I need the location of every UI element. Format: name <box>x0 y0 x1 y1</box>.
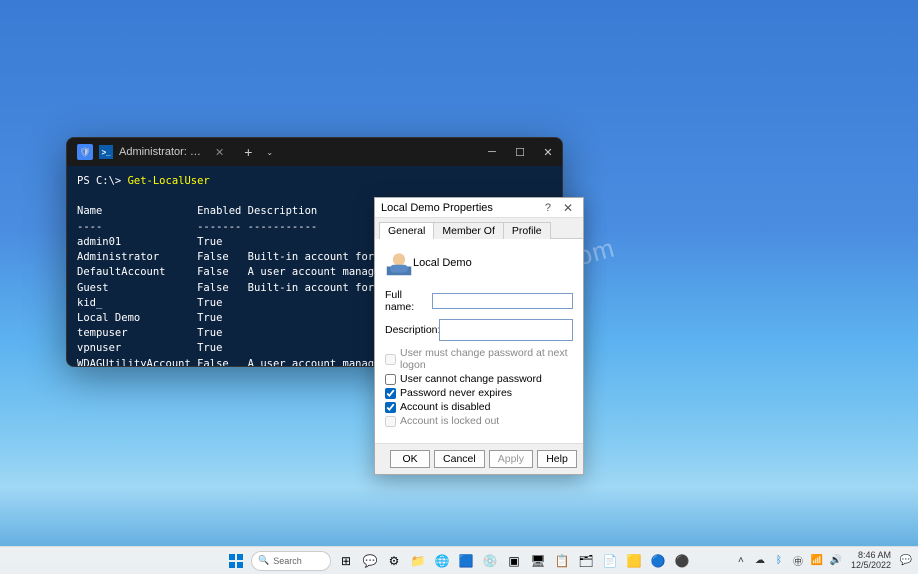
checkbox-4: Account is locked out <box>385 415 573 427</box>
checkbox-input-1[interactable] <box>385 374 396 385</box>
taskbar: 🔍 Search ⊞ 💬 ⚙ 📁 🌐 🟦 💿 ▣ 🖥 📋 🗂 📄 🟨 🔵 ⚫ ˄… <box>0 546 918 574</box>
tab-dropdown-icon[interactable]: ⌄ <box>260 148 279 157</box>
app-icon-9[interactable]: ⚫ <box>671 550 693 572</box>
new-tab-button[interactable]: + <box>236 144 260 160</box>
dialog-tabs: General Member Of Profile <box>375 218 583 239</box>
date-text: 12/5/2022 <box>851 561 891 571</box>
checkbox-0: User must change password at next logon <box>385 347 573 371</box>
task-view-icon[interactable]: ⊞ <box>335 550 357 572</box>
description-label: Description: <box>385 324 439 336</box>
checkbox-input-2[interactable] <box>385 388 396 399</box>
start-icon[interactable] <box>225 550 247 572</box>
checkbox-label-0: User must change password at next logon <box>400 347 573 371</box>
app-icon-1[interactable]: 🟦 <box>455 550 477 572</box>
language-icon[interactable]: ㊥ <box>790 553 806 569</box>
user-header: Local Demo <box>385 249 573 277</box>
app-icon-6[interactable]: 📄 <box>599 550 621 572</box>
dialog-title: Local Demo Properties <box>381 202 545 214</box>
checkbox-input-3[interactable] <box>385 402 396 413</box>
checkbox-input-0 <box>385 354 396 365</box>
checkbox-label-3: Account is disabled <box>400 401 490 413</box>
terminal-icon[interactable]: ▣ <box>503 550 525 572</box>
search-input[interactable]: 🔍 Search <box>251 551 331 571</box>
description-input[interactable] <box>439 319 573 341</box>
ok-button[interactable]: OK <box>390 450 430 468</box>
full-name-input[interactable] <box>432 293 573 309</box>
apply-button[interactable]: Apply <box>489 450 533 468</box>
settings-icon[interactable]: ⚙ <box>383 550 405 572</box>
minimize-button[interactable]: ─ <box>478 138 506 166</box>
notifications-icon[interactable]: 💬 <box>898 553 914 569</box>
desktop: 系统部落 xitongbuluo.com 🛡 >_ Administrator:… <box>0 0 918 574</box>
checkbox-3[interactable]: Account is disabled <box>385 401 573 413</box>
app-icon-5[interactable]: 🗂 <box>575 550 597 572</box>
app-icon-2[interactable]: 💿 <box>479 550 501 572</box>
dialog-body: Local Demo Full name: Description: User … <box>375 239 583 443</box>
system-tray: ˄ ☁ ᛒ ㊥ 📶 🔊 8:46 AM 12/5/2022 💬 <box>733 551 914 571</box>
explorer-icon[interactable]: 📁 <box>407 550 429 572</box>
powershell-icon: >_ <box>99 145 113 159</box>
dialog-titlebar[interactable]: Local Demo Properties ? ✕ <box>375 198 583 218</box>
dialog-close-icon[interactable]: ✕ <box>559 201 577 215</box>
app-icon-4[interactable]: 📋 <box>551 550 573 572</box>
maximize-button[interactable]: ☐ <box>506 138 534 166</box>
edge-icon[interactable]: 🌐 <box>431 550 453 572</box>
checkbox-label-2: Password never expires <box>400 387 512 399</box>
close-button[interactable]: ✕ <box>534 138 562 166</box>
tab-close-icon[interactable]: ✕ <box>215 146 224 159</box>
user-name: Local Demo <box>413 257 472 269</box>
search-placeholder: Search <box>273 556 302 566</box>
checkbox-1[interactable]: User cannot change password <box>385 373 573 385</box>
volume-icon[interactable]: 🔊 <box>828 553 844 569</box>
bluetooth-icon[interactable]: ᛒ <box>771 553 787 569</box>
full-name-label: Full name: <box>385 289 432 313</box>
checkbox-label-4: Account is locked out <box>400 415 499 427</box>
tab-general[interactable]: General <box>379 222 434 239</box>
checkbox-2[interactable]: Password never expires <box>385 387 573 399</box>
taskbar-center: 🔍 Search ⊞ 💬 ⚙ 📁 🌐 🟦 💿 ▣ 🖥 📋 🗂 📄 🟨 🔵 ⚫ <box>225 550 693 572</box>
tray-chevron-icon[interactable]: ˄ <box>733 553 749 569</box>
shield-icon: 🛡 <box>77 144 93 160</box>
help-button[interactable]: Help <box>537 450 577 468</box>
clock[interactable]: 8:46 AM 12/5/2022 <box>851 551 891 571</box>
tab-profile[interactable]: Profile <box>503 222 551 239</box>
properties-dialog: Local Demo Properties ? ✕ General Member… <box>374 197 584 475</box>
dialog-buttons: OK Cancel Apply Help <box>375 443 583 474</box>
app-icon-8[interactable]: 🔵 <box>647 550 669 572</box>
terminal-titlebar[interactable]: 🛡 >_ Administrator: Windows Powe ✕ + ⌄ ─… <box>67 138 562 166</box>
checkbox-input-4 <box>385 416 396 427</box>
tab-title[interactable]: Administrator: Windows Powe <box>119 146 209 158</box>
app-icon-3[interactable]: 🖥 <box>527 550 549 572</box>
help-icon[interactable]: ? <box>545 202 551 214</box>
tab-member-of[interactable]: Member Of <box>433 222 504 239</box>
onedrive-icon[interactable]: ☁ <box>752 553 768 569</box>
cancel-button[interactable]: Cancel <box>434 450 485 468</box>
user-icon <box>385 249 413 277</box>
app-icon-7[interactable]: 🟨 <box>623 550 645 572</box>
wifi-icon[interactable]: 📶 <box>809 553 825 569</box>
chat-icon[interactable]: 💬 <box>359 550 381 572</box>
checkbox-label-1: User cannot change password <box>400 373 542 385</box>
